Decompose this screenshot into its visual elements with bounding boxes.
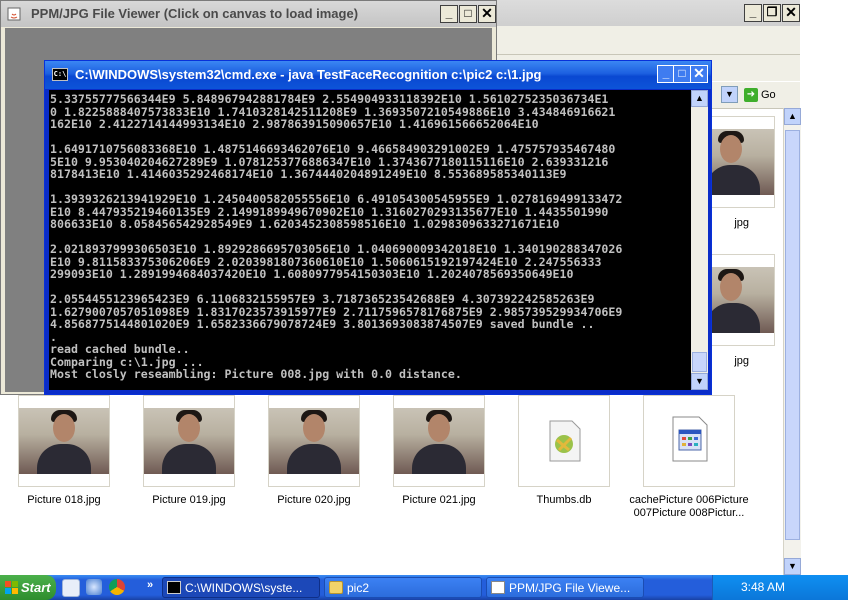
quick-launch-more-chevron-icon[interactable]: »	[147, 579, 153, 591]
quick-launch-icon[interactable]	[86, 579, 102, 595]
scroll-thumb[interactable]	[692, 352, 707, 372]
file-label[interactable]: cachePicture 006Picture 007Picture 008Pi…	[629, 494, 749, 520]
task-label: PPM/JPG File Viewe...	[509, 581, 631, 595]
go-arrow-icon: ➜	[744, 88, 758, 103]
minimize-button[interactable]: _	[744, 4, 762, 22]
restore-button[interactable]: ❐	[763, 4, 781, 22]
viewer-title: PPM/JPG File Viewer (Click on canvas to …	[31, 6, 359, 21]
database-file-icon	[549, 420, 581, 462]
go-button[interactable]: ➜ Go	[744, 85, 794, 105]
clock[interactable]: 3:48 AM	[713, 575, 813, 600]
file-label[interactable]: Picture 019.jpg	[129, 494, 249, 507]
start-label: Start	[21, 580, 51, 595]
start-button[interactable]: Start	[0, 575, 56, 600]
cmd-vertical-scrollbar[interactable]: ▲ ▼	[691, 90, 708, 390]
file-label[interactable]: Picture 021.jpg	[379, 494, 499, 507]
viewer-title-bar[interactable]: PPM/JPG File Viewer (Click on canvas to …	[1, 1, 496, 27]
maximize-button[interactable]: □	[459, 5, 477, 23]
file-label[interactable]: Picture 020.jpg	[254, 494, 374, 507]
close-button[interactable]: ✕	[478, 5, 496, 23]
windows-flag-icon	[5, 581, 18, 594]
go-label: Go	[761, 89, 776, 101]
generic-file-icon	[672, 416, 708, 462]
file-thumbnail[interactable]	[705, 254, 775, 346]
chrome-icon[interactable]	[109, 579, 125, 595]
task-ppm-viewer[interactable]: PPM/JPG File Viewe...	[486, 577, 644, 598]
cmd-icon	[167, 581, 181, 594]
task-label: pic2	[347, 581, 370, 595]
photo-image	[269, 408, 359, 474]
file-thumbnail-picture-021[interactable]	[393, 395, 485, 487]
cmd-icon: C:\	[52, 68, 68, 81]
minimize-button[interactable]: _	[440, 5, 458, 23]
task-pic2-folder[interactable]: pic2	[324, 577, 482, 598]
close-button[interactable]: ✕	[782, 4, 800, 22]
photo-image	[19, 408, 109, 474]
close-button[interactable]: ✕	[690, 65, 708, 83]
system-tray: 3:48 AM	[712, 575, 848, 600]
scroll-up-button[interactable]: ▲	[691, 90, 708, 107]
file-thumbnail-picture-020[interactable]	[268, 395, 360, 487]
file-thumbnail-picture-019[interactable]	[143, 395, 235, 487]
scroll-thumb[interactable]	[785, 130, 800, 540]
explorer-title-bar[interactable]: _ ❐ ✕	[497, 0, 800, 26]
file-thumbnail-picture-018[interactable]	[18, 395, 110, 487]
file-thumbnail-cache[interactable]	[643, 395, 735, 487]
cmd-window: C:\ C:\WINDOWS\system32\cmd.exe - java T…	[44, 60, 712, 395]
cmd-title-bar[interactable]: C:\ C:\WINDOWS\system32\cmd.exe - java T…	[45, 61, 711, 89]
maximize-button[interactable]: □	[673, 65, 691, 83]
file-thumbnail[interactable]	[705, 116, 775, 208]
photo-image	[144, 408, 234, 474]
photo-image	[394, 408, 484, 474]
task-cmd[interactable]: C:\WINDOWS\syste...	[162, 577, 320, 598]
explorer-menu-bar	[497, 26, 800, 73]
address-dropdown-button[interactable]: ▼	[721, 86, 738, 103]
console-text: 5.33755777566344E9 5.848967942881784E9 2…	[50, 92, 623, 390]
explorer-vertical-scrollbar[interactable]: ▲ ▼	[783, 108, 801, 575]
console-output-area[interactable]: 5.33755777566344E9 5.848967942881784E9 2…	[49, 90, 691, 390]
show-desktop-icon[interactable]	[62, 579, 80, 597]
scroll-down-button[interactable]: ▼	[691, 373, 708, 390]
file-label[interactable]: Picture 018.jpg	[4, 494, 124, 507]
scroll-down-button[interactable]: ▼	[784, 558, 801, 575]
java-app-icon	[491, 581, 505, 594]
scroll-up-button[interactable]: ▲	[784, 108, 801, 125]
java-app-icon	[7, 7, 21, 21]
cmd-title: C:\WINDOWS\system32\cmd.exe - java TestF…	[75, 67, 542, 82]
taskbar: Start » C:\WINDOWS\syste... pic2 PPM/JPG…	[0, 575, 848, 600]
file-thumbnail-thumbs-db[interactable]	[518, 395, 610, 487]
file-label[interactable]: Thumbs.db	[504, 494, 624, 507]
folder-icon	[329, 581, 343, 594]
task-label: C:\WINDOWS\syste...	[185, 581, 303, 595]
